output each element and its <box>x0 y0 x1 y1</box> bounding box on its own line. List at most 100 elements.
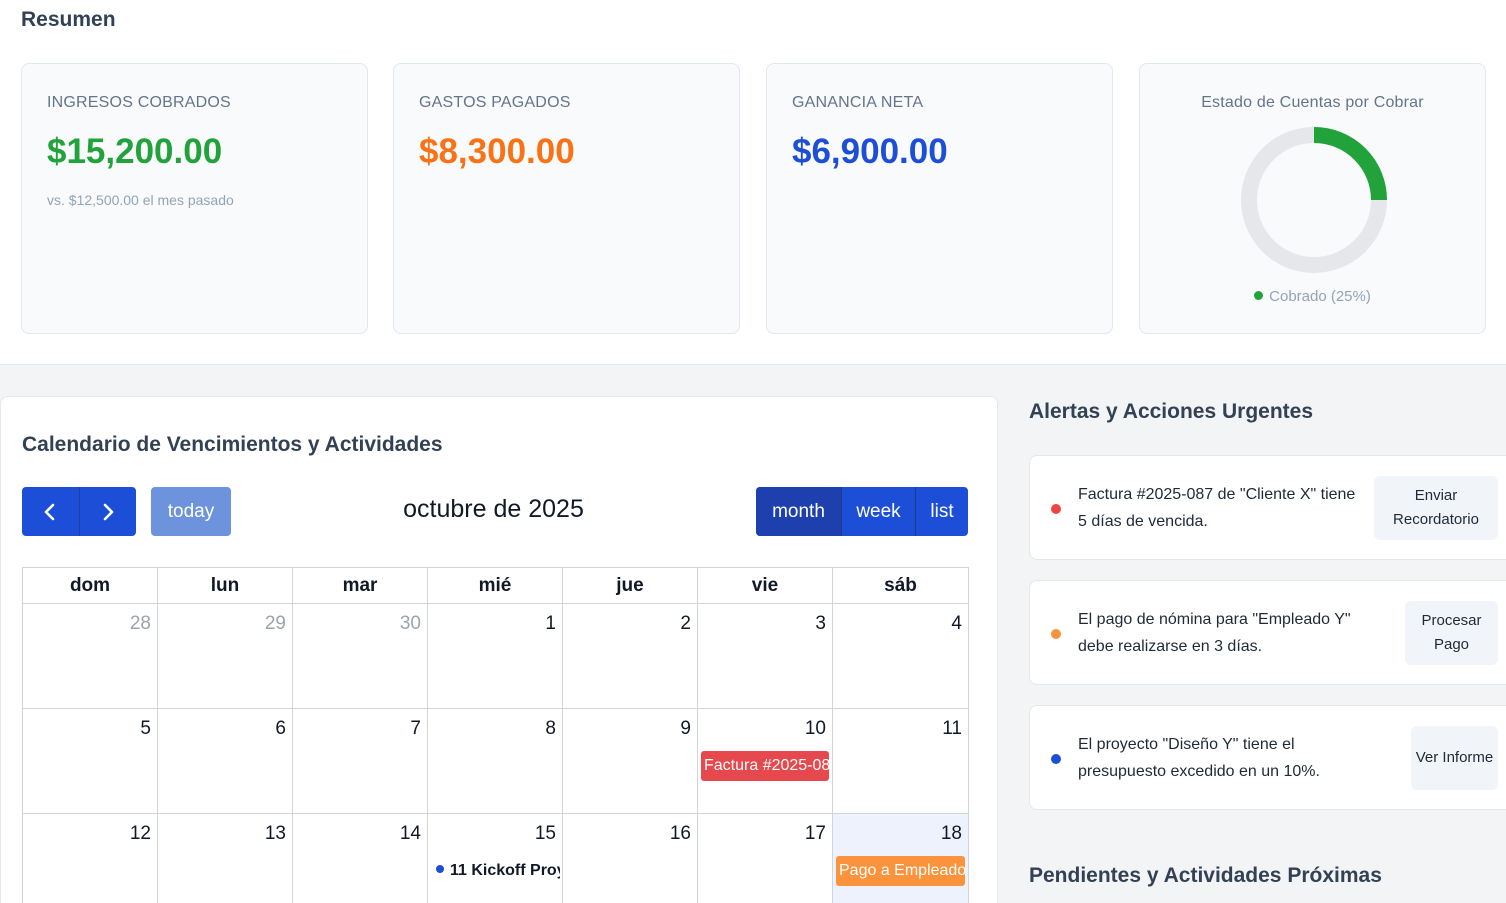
weekday-header-row: dom lun mar mié jue vie sáb <box>22 567 969 604</box>
alert-card: Factura #2025-087 de "Cliente X" tiene 5… <box>1029 455 1506 560</box>
day-number[interactable]: 28 <box>130 613 151 635</box>
next-month-button[interactable] <box>80 487 137 536</box>
receivables-donut-chart <box>1241 127 1387 273</box>
day-number[interactable]: 16 <box>670 823 691 845</box>
event-invoice-due[interactable]: Factura #2025-087 <box>701 751 829 781</box>
calendar-week-row: 5 6 7 8 9 10 Factura #2025-087 11 <box>22 709 969 814</box>
calendar-month-title: octubre de 2025 <box>403 495 584 523</box>
calendar-day-cell[interactable]: 1 <box>428 604 563 708</box>
summary-section: Resumen INGRESOS COBRADOS $15,200.00 vs.… <box>0 0 1506 365</box>
weekday-header: lun <box>158 568 293 603</box>
weekday-header: mar <box>293 568 428 603</box>
day-number[interactable]: 1 <box>545 613 556 635</box>
day-number[interactable]: 15 <box>535 823 556 845</box>
expenses-label: GASTOS PAGADOS <box>419 94 571 111</box>
net-profit-value: $6,900.00 <box>792 132 948 171</box>
calendar-day-cell[interactable]: 28 <box>23 604 158 708</box>
expenses-card: GASTOS PAGADOS $8,300.00 <box>393 63 740 334</box>
send-reminder-button[interactable]: Enviar Recordatorio <box>1374 476 1498 540</box>
calendar-title: Calendario de Vencimientos y Actividades <box>22 433 443 456</box>
weekday-header: sáb <box>884 575 917 596</box>
day-number[interactable]: 30 <box>400 613 421 635</box>
calendar-day-cell[interactable]: 13 <box>158 814 293 903</box>
calendar-day-cell[interactable]: 11 <box>833 709 968 813</box>
day-number[interactable]: 4 <box>951 613 962 635</box>
event-kickoff[interactable]: 11 Kickoff Proyecto <box>436 856 560 886</box>
weekday-header: dom <box>23 568 158 603</box>
day-number[interactable]: 2 <box>680 613 691 635</box>
alert-card: El proyecto "Diseño Y" tiene el presupue… <box>1029 705 1506 810</box>
view-week-button[interactable]: week <box>842 487 916 536</box>
legend-label: Cobrado (25%) <box>1269 288 1371 305</box>
net-profit-label: GANANCIA NETA <box>792 94 924 111</box>
calendar-day-cell[interactable]: 7 <box>293 709 428 813</box>
calendar-day-cell[interactable]: 4 <box>833 604 968 708</box>
calendar-day-cell[interactable]: 29 <box>158 604 293 708</box>
prev-month-button[interactable] <box>22 487 80 536</box>
calendar-day-cell[interactable]: 8 <box>428 709 563 813</box>
calendar-day-cell[interactable]: 17 <box>698 814 833 903</box>
calendar-day-cell[interactable]: 16 <box>563 814 698 903</box>
calendar-nav-group <box>22 487 136 536</box>
event-employee-payment[interactable]: Pago a Empleado <box>836 856 965 886</box>
alert-status-dot <box>1051 754 1061 764</box>
income-label: INGRESOS COBRADOS <box>47 94 231 111</box>
day-number[interactable]: 18 <box>941 823 962 845</box>
weekday-header: jue <box>563 568 698 603</box>
chevron-right-icon <box>103 503 114 520</box>
legend-dot <box>1254 291 1264 300</box>
day-number[interactable]: 13 <box>265 823 286 845</box>
calendar-view-group: month week list <box>756 487 968 536</box>
day-number[interactable]: 17 <box>805 823 826 845</box>
day-number[interactable]: 9 <box>680 718 691 740</box>
income-card: INGRESOS COBRADOS $15,200.00 vs. $12,500… <box>21 63 368 334</box>
net-profit-card: GANANCIA NETA $6,900.00 <box>766 63 1113 334</box>
day-number[interactable]: 29 <box>265 613 286 635</box>
calendar-day-cell[interactable]: 15 11 Kickoff Proyecto <box>428 814 563 903</box>
pending-activities-title: Pendientes y Actividades Próximas <box>1029 864 1382 887</box>
calendar-day-cell[interactable]: 14 <box>293 814 428 903</box>
event-dot <box>436 865 444 873</box>
calendar-day-cell[interactable]: 6 <box>158 709 293 813</box>
donut-legend: Cobrado (25%) <box>1140 288 1485 305</box>
alert-card: El pago de nómina para "Empleado Y" debe… <box>1029 580 1506 685</box>
receivables-title: Estado de Cuentas por Cobrar <box>1201 94 1424 111</box>
alert-status-dot <box>1051 504 1061 514</box>
day-number[interactable]: 10 <box>805 718 826 740</box>
calendar-day-cell[interactable]: 12 <box>23 814 158 903</box>
alert-status-dot <box>1051 629 1061 639</box>
day-number[interactable]: 5 <box>140 718 151 740</box>
day-number[interactable]: 11 <box>942 718 962 740</box>
process-payment-button[interactable]: Procesar Pago <box>1405 601 1498 665</box>
day-number[interactable]: 6 <box>275 718 286 740</box>
view-list-button[interactable]: list <box>916 487 968 536</box>
alerts-title: Alertas y Acciones Urgentes <box>1029 400 1314 423</box>
event-kickoff-label: 11 Kickoff Proyecto <box>450 862 560 879</box>
calendar-day-cell[interactable]: 30 <box>293 604 428 708</box>
calendar-day-cell[interactable]: 2 <box>563 604 698 708</box>
alert-text: El proyecto "Diseño Y" tiene el presupue… <box>1078 736 1320 780</box>
calendar-day-cell-today[interactable]: 18 Pago a Empleado <box>833 814 968 903</box>
view-report-button[interactable]: Ver Informe <box>1411 726 1498 790</box>
day-number[interactable]: 3 <box>815 613 826 635</box>
calendar-day-cell[interactable]: 10 Factura #2025-087 <box>698 709 833 813</box>
alert-text: El pago de nómina para "Empleado Y" debe… <box>1078 611 1351 655</box>
calendar-week-row: 12 13 14 15 11 Kickoff Proyecto 16 17 18… <box>22 814 969 903</box>
weekday-header: vie <box>698 568 833 603</box>
alert-text: Factura #2025-087 de "Cliente X" tiene 5… <box>1078 486 1356 530</box>
income-comparison: vs. $12,500.00 el mes pasado <box>47 192 234 208</box>
weekday-header: mié <box>428 568 563 603</box>
calendar-day-cell[interactable]: 5 <box>23 709 158 813</box>
view-month-button[interactable]: month <box>756 487 842 536</box>
calendar-grid: dom lun mar mié jue vie sáb 28 29 30 1 2… <box>22 567 969 903</box>
day-number[interactable]: 12 <box>130 823 151 845</box>
today-button[interactable]: today <box>151 487 231 536</box>
day-number[interactable]: 8 <box>545 718 556 740</box>
expenses-value: $8,300.00 <box>419 132 575 171</box>
calendar-day-cell[interactable]: 9 <box>563 709 698 813</box>
day-number[interactable]: 7 <box>410 718 421 740</box>
calendar-day-cell[interactable]: 3 <box>698 604 833 708</box>
receivables-card: Estado de Cuentas por Cobrar Cobrado (25… <box>1139 63 1486 334</box>
day-number[interactable]: 14 <box>400 823 421 845</box>
calendar-panel: Calendario de Vencimientos y Actividades… <box>0 396 998 903</box>
